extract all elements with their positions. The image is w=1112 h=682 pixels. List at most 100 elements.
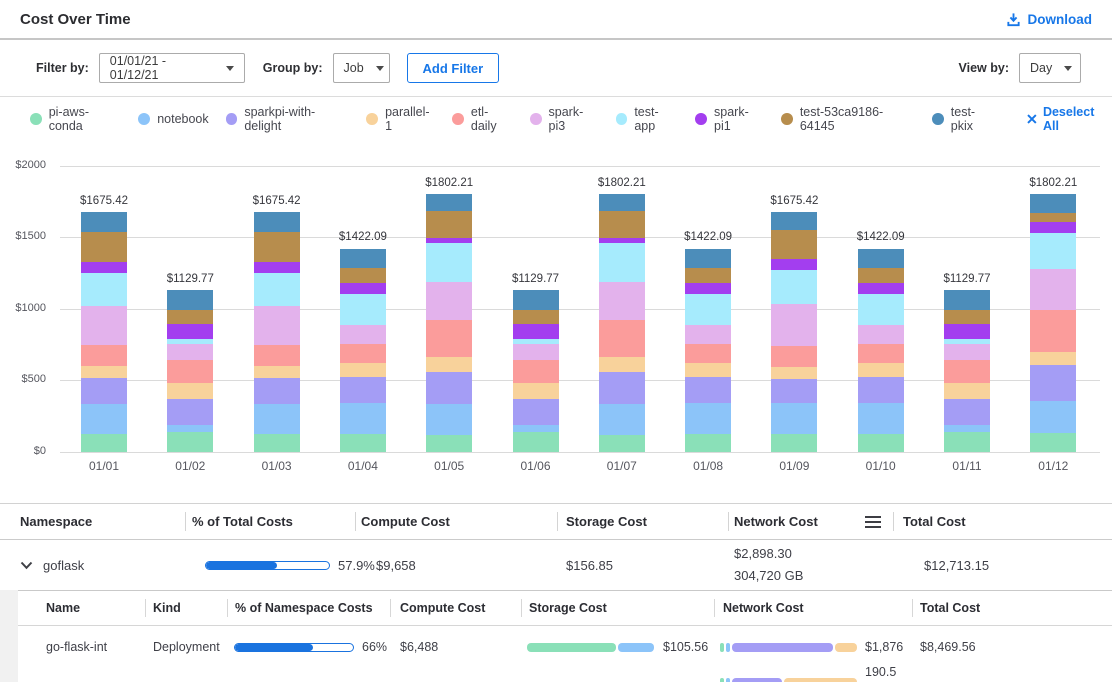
bar-segment-sparkpi-with-delight[interactable] bbox=[426, 372, 472, 404]
bar-segment-etl-daily[interactable] bbox=[340, 344, 386, 363]
bar-segment-notebook[interactable] bbox=[685, 403, 731, 434]
stacked-bar-01/02[interactable] bbox=[167, 290, 213, 451]
col-header-network[interactable]: Network Cost bbox=[728, 504, 893, 539]
bar-segment-spark-pi3[interactable] bbox=[771, 304, 817, 346]
bar-segment-spark-pi1[interactable] bbox=[340, 283, 386, 293]
bar-segment-test-53ca9186-64145[interactable] bbox=[685, 268, 731, 284]
bar-segment-spark-pi3[interactable] bbox=[685, 325, 731, 344]
bar-segment-notebook[interactable] bbox=[771, 403, 817, 434]
bar-segment-spark-pi1[interactable] bbox=[81, 262, 127, 273]
bar-segment-spark-pi3[interactable] bbox=[858, 325, 904, 344]
subcol-header-name[interactable]: Name bbox=[18, 591, 145, 625]
date-range-dropdown[interactable]: 01/01/21 - 01/12/21 bbox=[99, 53, 245, 83]
subcol-header-storage[interactable]: Storage Cost bbox=[521, 591, 714, 625]
bar-segment-sparkpi-with-delight[interactable] bbox=[513, 399, 559, 424]
legend-item-test-53ca9186-64145[interactable]: test-53ca9186-64145 bbox=[781, 105, 915, 133]
column-menu-icon[interactable] bbox=[865, 516, 881, 528]
bar-segment-test-pkix[interactable] bbox=[685, 249, 731, 268]
bar-segment-spark-pi3[interactable] bbox=[81, 306, 127, 345]
bar-segment-test-53ca9186-64145[interactable] bbox=[858, 268, 904, 284]
legend-item-pi-aws-conda[interactable]: pi-aws-conda bbox=[30, 105, 121, 133]
bar-segment-parallel-1[interactable] bbox=[81, 366, 127, 378]
bar-segment-test-pkix[interactable] bbox=[513, 290, 559, 310]
bar-segment-notebook[interactable] bbox=[599, 404, 645, 434]
bar-segment-spark-pi1[interactable] bbox=[771, 259, 817, 269]
stacked-bar-01/06[interactable] bbox=[513, 290, 559, 451]
bar-segment-notebook[interactable] bbox=[858, 403, 904, 434]
bar-segment-test-pkix[interactable] bbox=[944, 290, 990, 310]
bar-segment-test-53ca9186-64145[interactable] bbox=[340, 268, 386, 284]
bar-segment-spark-pi3[interactable] bbox=[167, 344, 213, 360]
bar-segment-etl-daily[interactable] bbox=[599, 320, 645, 357]
bar-segment-notebook[interactable] bbox=[81, 404, 127, 435]
bar-segment-sparkpi-with-delight[interactable] bbox=[599, 372, 645, 404]
legend-item-sparkpi-with-delight[interactable]: sparkpi-with-delight bbox=[226, 105, 350, 133]
bar-segment-parallel-1[interactable] bbox=[426, 357, 472, 372]
subcol-header-kind[interactable]: Kind bbox=[145, 591, 227, 625]
col-header-compute[interactable]: Compute Cost bbox=[355, 504, 557, 539]
bar-segment-sparkpi-with-delight[interactable] bbox=[858, 377, 904, 403]
subcol-header-total[interactable]: Total Cost bbox=[912, 591, 1112, 625]
bar-segment-pi-aws-conda[interactable] bbox=[685, 434, 731, 451]
bar-segment-spark-pi1[interactable] bbox=[858, 283, 904, 293]
bar-segment-test-pkix[interactable] bbox=[599, 194, 645, 211]
legend-item-test-pkix[interactable]: test-pkix bbox=[932, 105, 996, 133]
bar-segment-etl-daily[interactable] bbox=[944, 360, 990, 383]
bar-segment-test-pkix[interactable] bbox=[426, 194, 472, 211]
bar-segment-spark-pi3[interactable] bbox=[944, 344, 990, 360]
stacked-bar-01/11[interactable] bbox=[944, 290, 990, 451]
bar-segment-etl-daily[interactable] bbox=[81, 345, 127, 366]
bar-segment-spark-pi1[interactable] bbox=[944, 324, 990, 338]
col-header-namespace[interactable]: Namespace bbox=[0, 504, 185, 539]
bar-segment-spark-pi3[interactable] bbox=[254, 306, 300, 345]
bar-segment-pi-aws-conda[interactable] bbox=[426, 435, 472, 452]
bar-segment-pi-aws-conda[interactable] bbox=[771, 434, 817, 451]
bar-segment-test-app[interactable] bbox=[254, 273, 300, 306]
bar-segment-sparkpi-with-delight[interactable] bbox=[685, 377, 731, 403]
bar-segment-test-53ca9186-64145[interactable] bbox=[599, 211, 645, 238]
bar-segment-test-pkix[interactable] bbox=[167, 290, 213, 310]
bar-segment-pi-aws-conda[interactable] bbox=[1030, 433, 1076, 451]
bar-segment-sparkpi-with-delight[interactable] bbox=[254, 378, 300, 404]
bar-segment-notebook[interactable] bbox=[426, 404, 472, 434]
bar-segment-test-app[interactable] bbox=[858, 294, 904, 325]
bar-segment-spark-pi3[interactable] bbox=[513, 344, 559, 360]
bar-segment-test-53ca9186-64145[interactable] bbox=[513, 310, 559, 324]
bar-segment-test-app[interactable] bbox=[685, 294, 731, 325]
bar-segment-notebook[interactable] bbox=[944, 425, 990, 432]
bar-segment-etl-daily[interactable] bbox=[685, 344, 731, 363]
bar-segment-test-53ca9186-64145[interactable] bbox=[1030, 213, 1076, 222]
stacked-bar-01/10[interactable] bbox=[858, 249, 904, 452]
col-header-storage[interactable]: Storage Cost bbox=[557, 504, 728, 539]
bar-segment-spark-pi1[interactable] bbox=[1030, 222, 1076, 233]
bar-segment-test-53ca9186-64145[interactable] bbox=[771, 230, 817, 259]
bar-segment-etl-daily[interactable] bbox=[513, 360, 559, 383]
bar-segment-test-app[interactable] bbox=[426, 243, 472, 282]
bar-segment-test-pkix[interactable] bbox=[81, 212, 127, 232]
bar-segment-parallel-1[interactable] bbox=[685, 363, 731, 377]
stacked-bar-01/07[interactable] bbox=[599, 194, 645, 451]
bar-segment-notebook[interactable] bbox=[167, 425, 213, 432]
bar-segment-etl-daily[interactable] bbox=[771, 346, 817, 367]
bar-segment-test-pkix[interactable] bbox=[340, 249, 386, 268]
bar-segment-parallel-1[interactable] bbox=[858, 363, 904, 377]
bar-segment-spark-pi3[interactable] bbox=[1030, 269, 1076, 311]
namespace-cell[interactable]: goflask bbox=[0, 558, 185, 573]
view-by-dropdown[interactable]: Day bbox=[1019, 53, 1081, 83]
subcol-header-network[interactable]: Network Cost bbox=[714, 591, 912, 625]
bar-segment-parallel-1[interactable] bbox=[254, 366, 300, 378]
bar-segment-test-pkix[interactable] bbox=[1030, 194, 1076, 213]
bar-segment-parallel-1[interactable] bbox=[513, 383, 559, 399]
bar-segment-sparkpi-with-delight[interactable] bbox=[771, 379, 817, 403]
bar-segment-test-pkix[interactable] bbox=[254, 212, 300, 232]
bar-segment-pi-aws-conda[interactable] bbox=[599, 435, 645, 452]
bar-segment-parallel-1[interactable] bbox=[944, 383, 990, 399]
col-header-total[interactable]: Total Cost bbox=[893, 504, 1112, 539]
bar-segment-pi-aws-conda[interactable] bbox=[167, 432, 213, 452]
bar-segment-sparkpi-with-delight[interactable] bbox=[1030, 365, 1076, 401]
bar-segment-sparkpi-with-delight[interactable] bbox=[81, 378, 127, 404]
legend-item-etl-daily[interactable]: etl-daily bbox=[452, 105, 513, 133]
subcol-header-compute[interactable]: Compute Cost bbox=[390, 591, 521, 625]
bar-segment-spark-pi3[interactable] bbox=[599, 282, 645, 321]
bar-segment-parallel-1[interactable] bbox=[771, 367, 817, 379]
